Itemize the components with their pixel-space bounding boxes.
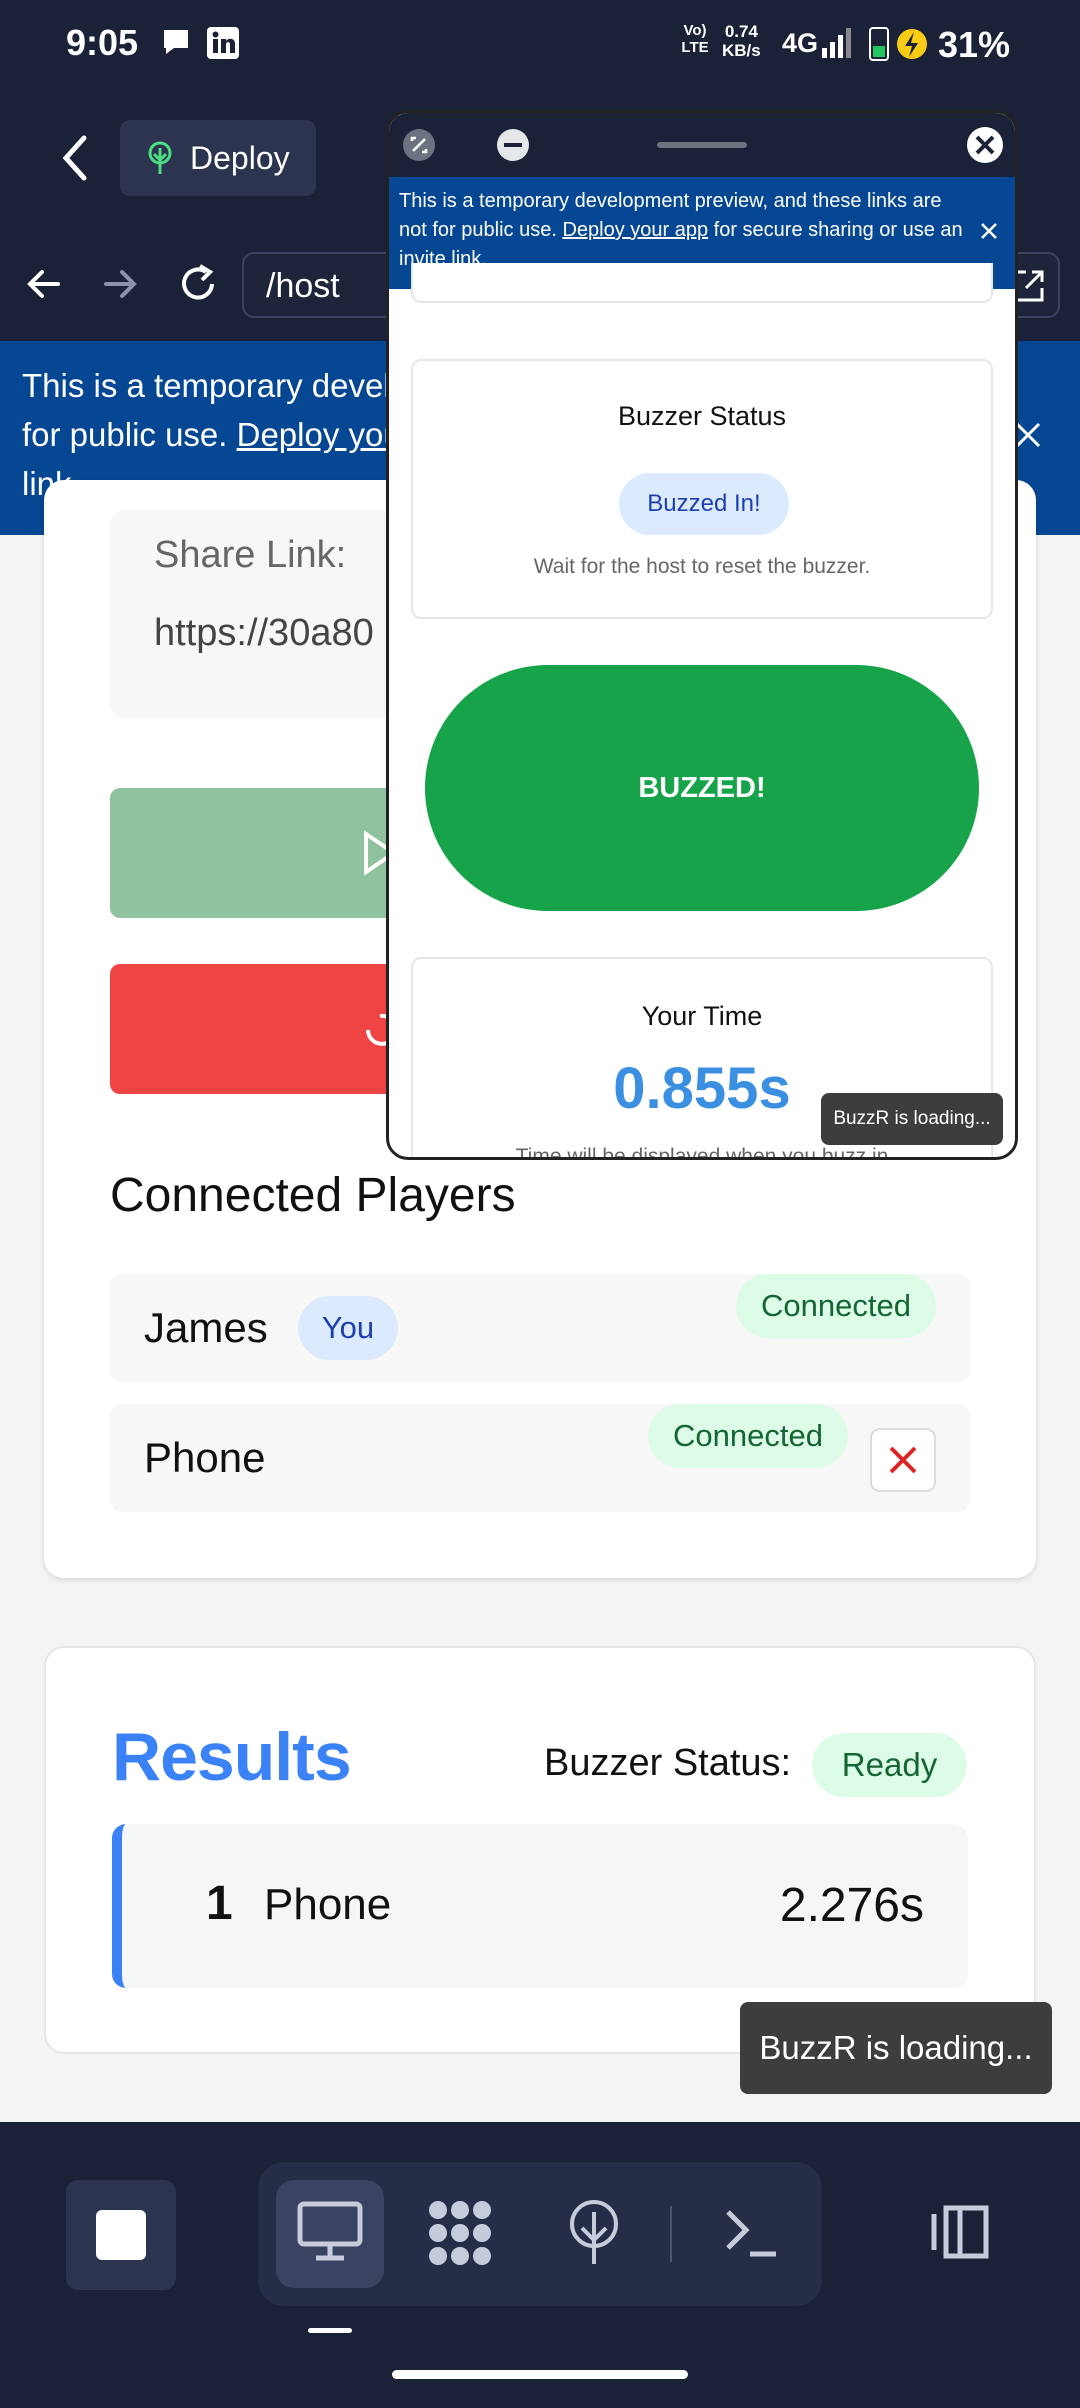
deploy-icon [148,141,172,174]
result-time: 2.276s [779,1879,924,1932]
preview-title-bar[interactable] [389,113,1015,177]
previous-card [411,263,993,303]
floating-preview-window: This is a temporary development preview,… [386,110,1018,1160]
battery-charging-icon [869,27,927,61]
share-link-url[interactable]: https://30a80 [154,612,374,655]
share-link-label: Share Link: [154,534,347,576]
buzzed-in-badge: Buzzed In! [619,473,789,535]
reload-icon[interactable] [176,262,220,306]
back-icon[interactable] [58,134,92,182]
signal-icon [822,28,851,58]
buzzer-status-card: Buzzer Status Buzzed In! Wait for the ho… [411,359,993,619]
battery-percent: 31% [938,24,1011,65]
player-row: Phone Connected [110,1404,970,1512]
buzzer-status-title: Buzzer Status [617,401,787,431]
banner-close-icon[interactable] [1014,421,1042,449]
deploy-tree-icon[interactable] [566,2198,622,2268]
speed-unit: KB/s [722,41,761,60]
monitor-icon [297,2201,363,2261]
split-view-icon[interactable] [924,2200,992,2264]
connected-badge: Connected [736,1274,936,1338]
browser-forward-icon[interactable] [100,264,140,304]
result-rank: 1 [206,1877,233,1930]
minimize-icon[interactable] [495,127,531,163]
apps-grid-icon[interactable] [424,2198,496,2268]
kick-player-button[interactable] [870,1428,936,1492]
result-name: Phone [264,1880,392,1929]
your-time-title: Your Time [641,1001,763,1031]
player-name: James [144,1304,268,1351]
buzz-button[interactable]: BUZZED! [425,665,979,911]
your-time-note: Time will be displayed when you buzz in [515,1145,889,1160]
preview-loading-toast: BuzzR is loading... [821,1093,1003,1145]
active-tab-indicator [308,2328,352,2333]
network-speed: 0.74 KB/s [722,22,761,60]
you-badge: You [298,1296,398,1360]
chat-icon [164,30,188,54]
player-row: James You Connected [110,1274,970,1382]
deploy-label: Deploy [190,140,290,176]
home-indicator[interactable] [392,2370,688,2379]
deploy-button[interactable]: Deploy [120,120,316,196]
loading-toast: BuzzR is loading... [740,2002,1052,2094]
drag-handle[interactable] [657,142,747,148]
status-time: 9:05 [66,22,139,63]
expand-icon[interactable] [401,127,437,163]
buzzer-status-label: Buzzer Status: [544,1742,792,1784]
buzzer-status-badge: Ready [812,1733,967,1797]
connected-badge: Connected [648,1404,848,1468]
linkedin-icon [207,27,239,59]
url-text: /host [266,267,340,305]
stop-button[interactable] [66,2180,176,2290]
stop-icon [96,2210,146,2260]
result-row: 1 Phone 2.276s [112,1824,968,1988]
buzzer-status-note: Wait for the host to reset the buzzer. [533,555,871,578]
preview-banner-text: This is a temporary development preview,… [399,187,969,274]
player-name: Phone [144,1434,266,1481]
terminal-icon[interactable] [722,2204,778,2260]
close-icon [889,1446,917,1474]
network-type: Vo) LTE [681,22,709,56]
results-title: Results [112,1719,352,1795]
close-window-icon[interactable] [965,125,1005,165]
nav-divider [670,2206,672,2262]
connected-players-title: Connected Players [110,1169,516,1222]
preview-banner-close-icon[interactable] [979,221,999,241]
speed-value: 0.74 [724,22,758,41]
browser-back-icon[interactable] [24,264,64,304]
preview-deploy-link[interactable]: Deploy your app [562,219,708,241]
network-label: 4G [782,28,819,58]
